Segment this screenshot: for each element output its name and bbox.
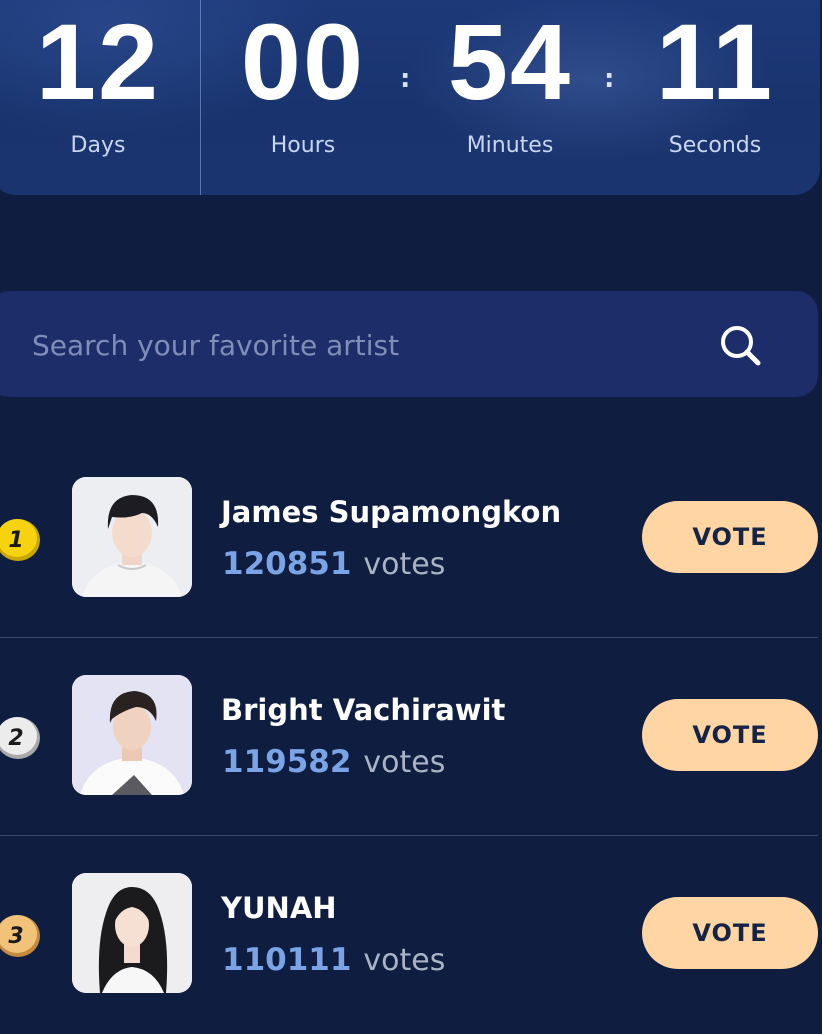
countdown-panel: 12 Days 00 Hours : 54 Minutes : 11 Secon… xyxy=(0,0,820,195)
countdown-seconds: 11 Seconds xyxy=(615,0,815,159)
countdown-minutes: 54 Minutes xyxy=(410,0,610,159)
hours-value: 00 xyxy=(240,1,366,122)
list-item: 3 YUNAH 110111 votes VOTE xyxy=(0,836,822,1034)
artist-name: Bright Vachirawit xyxy=(221,693,506,727)
rank-number: 1 xyxy=(8,528,23,553)
countdown-hours: 00 Hours xyxy=(203,0,403,159)
list-item: 2 Bright Vachirawit 119582 votes VOTE xyxy=(0,638,822,836)
avatar[interactable] xyxy=(72,675,192,795)
minutes-value: 54 xyxy=(447,1,573,122)
vote-total: 120851 votes xyxy=(222,546,445,582)
vote-button[interactable]: VOTE xyxy=(642,699,818,771)
seconds-value: 11 xyxy=(655,1,775,122)
days-value: 12 xyxy=(35,1,161,122)
search-input[interactable] xyxy=(30,319,674,371)
minutes-label: Minutes xyxy=(466,133,554,158)
rank-number: 3 xyxy=(8,924,23,949)
colon-separator: : xyxy=(400,64,411,94)
search-bar xyxy=(0,291,818,397)
seconds-label: Seconds xyxy=(668,133,762,158)
vote-button[interactable]: VOTE xyxy=(642,501,818,573)
artist-name: YUNAH xyxy=(221,891,337,925)
avatar[interactable] xyxy=(72,477,192,597)
vote-count: 120851 xyxy=(222,546,352,582)
votes-label: votes xyxy=(363,943,446,978)
vote-total: 119582 votes xyxy=(222,744,445,780)
votes-label: votes xyxy=(363,745,446,780)
vote-total: 110111 votes xyxy=(222,942,445,978)
rank-medal-icon: 3 xyxy=(0,912,42,960)
vote-count: 119582 xyxy=(222,744,352,780)
votes-label: votes xyxy=(363,547,446,582)
rank-number: 2 xyxy=(8,726,23,751)
list-item: 1 James Supamongkon 120851 votes VOTE xyxy=(0,440,822,638)
days-label: Days xyxy=(70,133,126,158)
search-icon[interactable] xyxy=(716,321,766,371)
countdown-divider xyxy=(200,0,201,195)
rank-medal-icon: 1 xyxy=(0,516,42,564)
rank-medal-icon: 2 xyxy=(0,714,42,762)
colon-separator: : xyxy=(604,64,615,94)
avatar[interactable] xyxy=(72,873,192,993)
artist-name: James Supamongkon xyxy=(221,495,562,529)
hours-label: Hours xyxy=(270,133,336,158)
vote-count: 110111 xyxy=(222,942,352,978)
vote-button[interactable]: VOTE xyxy=(642,897,818,969)
countdown-days: 12 Days xyxy=(0,0,198,159)
